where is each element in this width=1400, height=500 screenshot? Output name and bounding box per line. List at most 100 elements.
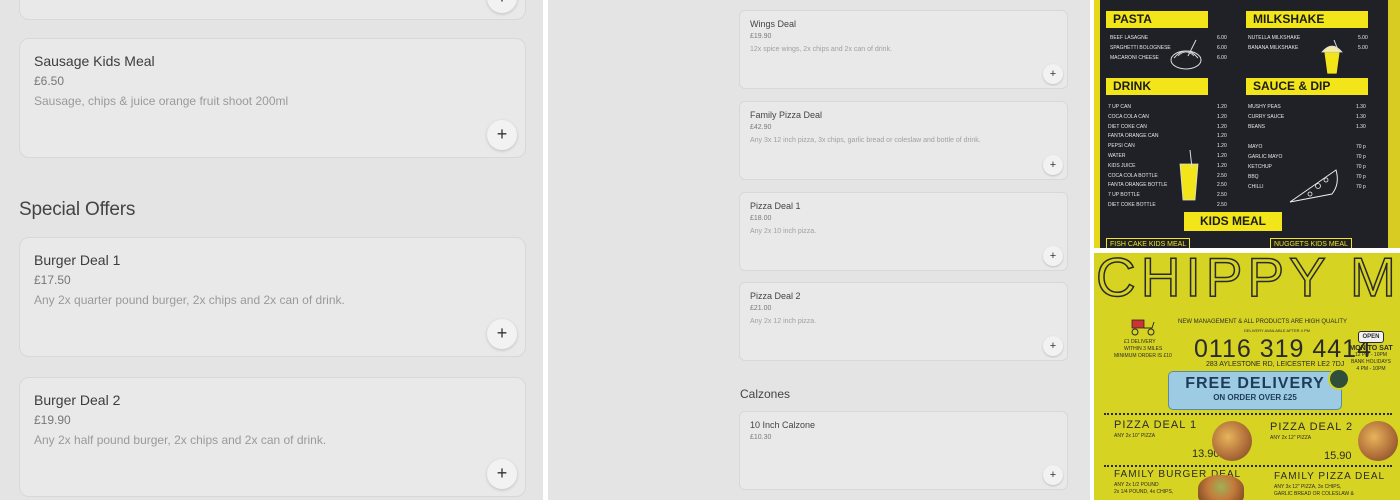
add-item-button[interactable]: + (487, 0, 517, 13)
menu-line-price: 1.20 (1217, 113, 1227, 120)
menu-panel-left: + Sausage Kids Meal £6.50 Sausage, chips… (0, 0, 543, 500)
menu-line-name: MUSHY PEAS (1248, 104, 1281, 110)
deal-title: PIZZA DEAL 1 (1114, 419, 1198, 431)
menu-line-name: MAYO (1248, 144, 1263, 150)
menu-item-card[interactable]: Pizza Deal 1 £18.00 Any 2x 10 inch pizza… (739, 192, 1068, 271)
menu-line-name: FANTA ORANGE BOTTLE (1108, 182, 1168, 189)
dotted-divider (1104, 465, 1392, 467)
item-price: £21.00 (750, 305, 772, 312)
add-item-button[interactable]: + (1043, 465, 1063, 485)
pizza-photo-icon (1358, 421, 1398, 461)
menu-line-price: 1.20 (1217, 153, 1227, 159)
item-name: Burger Deal 1 (34, 252, 121, 268)
menu-item-card[interactable]: Sausage Kids Meal £6.50 Sausage, chips &… (19, 38, 526, 158)
opening-hours: MON TO SAT 12 PM - 10PM BANK HOLIDAYS 4 … (1346, 345, 1396, 373)
free-delivery-banner: FREE DELIVERY ON ORDER OVER £25 (1168, 371, 1342, 410)
flyer-tagline: NEW MANAGEMENT & ALL PRODUCTS ARE HIGH Q… (1178, 319, 1348, 325)
menu-line-name: NUTELLA MILKSHAKE (1248, 35, 1301, 41)
item-name: Wings Deal (750, 19, 797, 29)
banner-title: FREE DELIVERY (1185, 375, 1325, 392)
menu-header-milkshake: MILKSHAKE (1246, 11, 1368, 28)
menu-item-card[interactable]: 10 Inch Calzone £10.30 + (739, 411, 1068, 490)
menu-item-card[interactable]: Burger Deal 2 £19.90 Any 2x half pound b… (19, 377, 526, 497)
menu-line-price: 2.50 (1217, 182, 1227, 189)
item-name: Sausage Kids Meal (34, 53, 155, 69)
photo-edge (1094, 0, 1100, 248)
photo-edge (1388, 0, 1400, 248)
menu-line-price: 70 p (1356, 164, 1366, 170)
menu-line-price: 1.20 (1217, 104, 1227, 110)
menu-line-name: SPAGHETTI BOLOGNESE (1110, 45, 1171, 51)
menu-line-name: DIET COKE BOTTLE (1108, 202, 1156, 208)
menu-line-price: 6.00 (1217, 45, 1227, 51)
menu-line-name: PEPSI CAN (1108, 143, 1135, 150)
menu-line-name: FANTA ORANGE CAN (1108, 133, 1159, 140)
add-item-button[interactable]: + (487, 120, 517, 150)
menu-line-price: 1.30 (1356, 123, 1366, 130)
item-description: Any 2x quarter pound burger, 2x chips an… (34, 293, 345, 307)
menu-item-card[interactable]: Burger Deal 1 £17.50 Any 2x quarter poun… (19, 237, 526, 357)
add-item-button[interactable]: + (1043, 246, 1063, 266)
menu-line-name: GARLIC MAYO (1248, 154, 1283, 160)
item-price: £18.00 (750, 215, 772, 222)
menu-item-card[interactable]: Pizza Deal 2 £21.00 Any 2x 12 inch pizza… (739, 282, 1068, 361)
deal-subtitle: ANY 2x 10" PIZZA (1114, 433, 1156, 439)
menu-line-name: BEEF LASAGNE (1110, 35, 1149, 41)
menu-line-name: CURRY SAUCE (1248, 113, 1285, 120)
menu-line-price: 6.00 (1217, 35, 1227, 41)
deal-subtitle: ANY 2x 1/2 POUND (1114, 482, 1159, 488)
menu-header-sauce-dip: SAUCE & DIP (1246, 78, 1368, 95)
shop-address: 283 AYLESTONE RD, LEICESTER LE2 7DJ (1206, 361, 1345, 368)
menu-line-price: 6.00 (1217, 55, 1227, 61)
fish-cake-kids-meal-label: FISH CAKE KIDS MEAL (1106, 238, 1191, 248)
menu-line-name: KIDS JUICE (1108, 162, 1136, 169)
item-description: Any 2x 10 inch pizza. (750, 228, 817, 235)
item-description: Sausage, chips & juice orange fruit shoo… (34, 94, 289, 108)
menu-line-name: COCA COLA CAN (1108, 113, 1149, 120)
menu-line-price: 2.50 (1217, 192, 1227, 199)
pizza-slice-icon (1289, 169, 1338, 203)
menu-header-pasta: PASTA (1106, 11, 1208, 28)
add-item-button[interactable]: + (487, 319, 517, 349)
item-description: Any 2x 12 inch pizza. (750, 318, 817, 325)
section-title-calzones: Calzones (740, 387, 791, 401)
pasta-illustration-icon (1170, 39, 1202, 70)
add-item-button[interactable]: + (487, 459, 517, 489)
nuggets-kids-meal-label: NUGGETS KIDS MEAL (1270, 238, 1352, 248)
item-description: 12x spice wings, 2x chips and 2x can of … (750, 46, 893, 53)
delivery-scooter-icon (1131, 319, 1155, 336)
item-name: 10 Inch Calzone (750, 420, 816, 430)
menu-item-card-partial[interactable]: + (19, 0, 526, 20)
hours-line: 12 PM - 10PM (1355, 352, 1387, 358)
menu-line-price: 1.30 (1356, 113, 1366, 120)
menu-line-price: 1.20 (1217, 123, 1227, 130)
menu-line-name: COCA COLA BOTTLE (1108, 172, 1158, 179)
add-item-button[interactable]: + (1043, 155, 1063, 175)
menu-item-card[interactable]: Wings Deal £19.90 12x spice wings, 2x ch… (739, 10, 1068, 89)
item-description: Any 3x 12 inch pizza, 3x chips, garlic b… (750, 137, 981, 144)
burger-photo-icon (1198, 475, 1244, 500)
menu-line-name: BANANA MILKSHAKE (1248, 45, 1299, 51)
menu-board-photo: PASTA MILKSHAKE BEEF LASAGNE 6.00 SPAGHETT… (1094, 0, 1400, 248)
add-item-button[interactable]: + (1043, 336, 1063, 356)
menu-line-name: WATER (1108, 153, 1126, 159)
menu-line-name: 7 UP BOTTLE (1108, 192, 1140, 199)
item-name: Pizza Deal 1 (750, 201, 801, 211)
item-name: Burger Deal 2 (34, 392, 121, 408)
menu-line-name: BBQ (1248, 174, 1259, 180)
menu-line-name: 7 UP CAN (1108, 104, 1131, 110)
menu-line-price: 5.00 (1358, 35, 1368, 41)
menu-line-name: CHILLI (1248, 184, 1264, 190)
menu-item-card[interactable]: Family Pizza Deal £42.90 Any 3x 12 inch … (739, 101, 1068, 180)
deal-subtitle: ANY 3x 12" PIZZA, 3x CHIPS, (1274, 484, 1342, 490)
add-item-button[interactable]: + (1043, 64, 1063, 84)
delivery-radius-text: WITHIN 3 MILES (1124, 346, 1163, 352)
deal-title: FAMILY PIZZA DEAL (1274, 471, 1386, 482)
banner-subtitle: ON ORDER OVER £25 (1213, 393, 1297, 402)
item-price: £10.30 (750, 434, 772, 441)
menu-line-price: 70 p (1356, 174, 1366, 180)
flyer-photo: CHIPPY MAN NEW MANAGEMENT & ALL PRODUCTS… (1094, 253, 1400, 500)
item-price: £19.90 (34, 413, 71, 427)
dotted-divider (1104, 413, 1392, 415)
menu-header-drink: DRINK (1106, 78, 1208, 95)
